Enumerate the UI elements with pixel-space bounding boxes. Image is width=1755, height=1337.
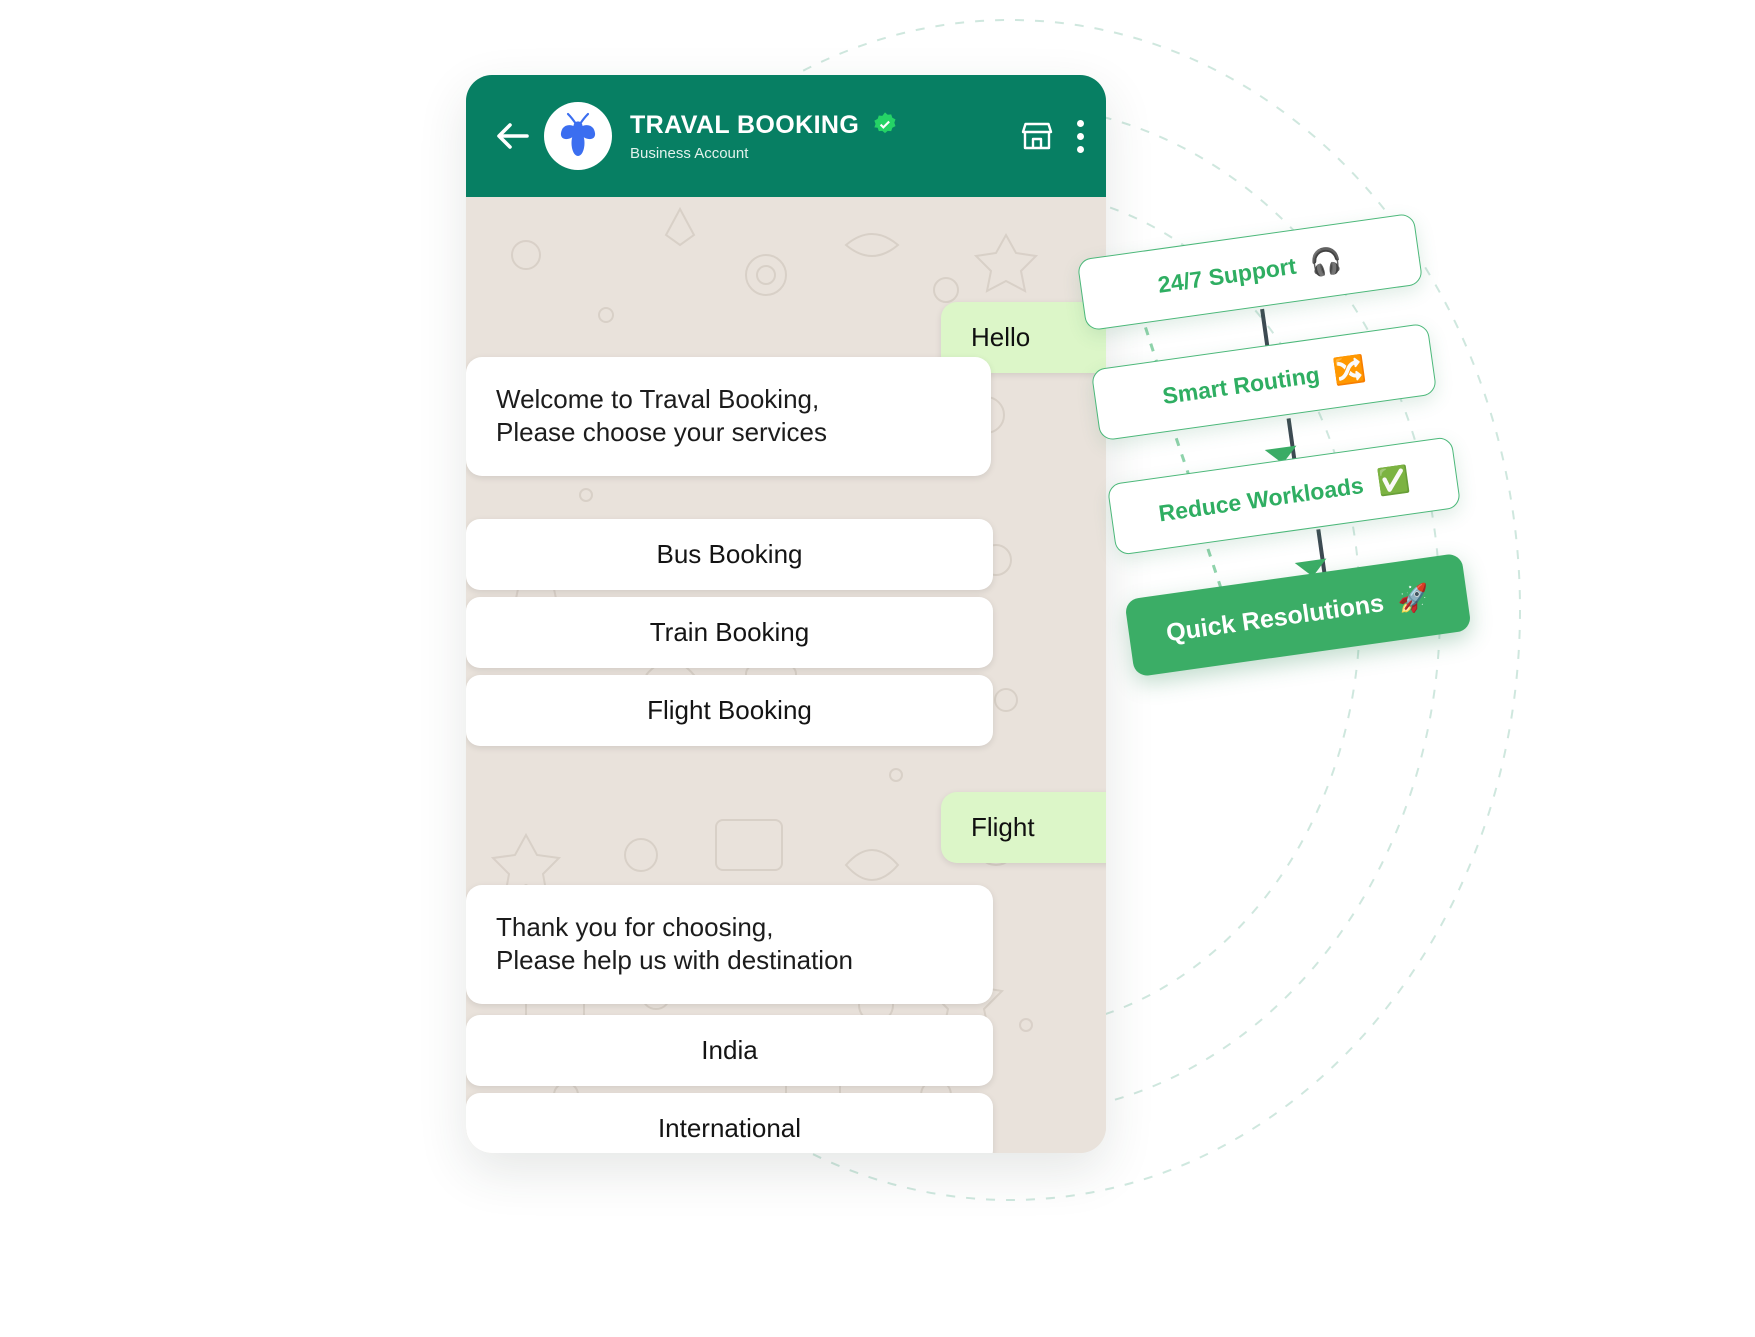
three-dots-menu-icon[interactable] <box>1076 119 1084 153</box>
mosquito-logo-icon <box>560 112 596 156</box>
headset-support-icon: 🎧 <box>1307 244 1345 279</box>
flow-card-label: Reduce Workloads <box>1156 471 1366 526</box>
business-account-label: Business Account <box>630 144 749 162</box>
flow-card-support[interactable]: 24/7 Support 🎧 <box>1076 212 1424 332</box>
message-list: Hello Welcome to Traval Booking, Please … <box>466 197 1106 1153</box>
flow-card-routing[interactable]: Smart Routing 🔀 <box>1090 322 1438 442</box>
option-label: Flight Booking <box>647 695 812 725</box>
page-root: TRAVAL BOOKING Business Account Hello We… <box>0 0 1755 1337</box>
flow-card-label: Smart Routing <box>1160 360 1322 409</box>
feature-flow-panel: 24/7 Support 🎧 Smart Routing 🔀 Reduce Wo… <box>1044 212 1500 714</box>
flow-card-workload[interactable]: Reduce Workloads ✅ <box>1106 436 1462 556</box>
message-text: Hello <box>971 322 1031 352</box>
message-bubble-incoming-thanks: Thank you for choosing, Please help us w… <box>466 885 993 1004</box>
flow-card-label: 24/7 Support <box>1156 252 1298 298</box>
flow-card-quick-resolutions[interactable]: Quick Resolutions 🚀 <box>1124 552 1472 678</box>
thanks-line-2: Please help us with destination <box>496 945 854 976</box>
header-action-icons <box>1020 119 1084 153</box>
flow-card-label: Quick Resolutions <box>1164 588 1386 647</box>
message-bubble-incoming-welcome: Welcome to Traval Booking, Please choose… <box>466 357 991 476</box>
rocket-icon: 🚀 <box>1395 581 1432 616</box>
page-title: TRAVAL BOOKING <box>630 110 860 139</box>
chat-header: TRAVAL BOOKING Business Account <box>466 75 1106 197</box>
option-label: India <box>701 1035 758 1065</box>
option-label: Bus Booking <box>656 539 803 569</box>
check-circle-icon: ✅ <box>1375 463 1412 498</box>
option-label: International <box>657 1113 802 1143</box>
shuffle-routing-icon: 🔀 <box>1331 352 1368 388</box>
option-train-booking[interactable]: Train Booking <box>466 597 993 668</box>
verified-badge-icon <box>874 112 896 134</box>
storefront-icon[interactable] <box>1020 121 1054 151</box>
option-international[interactable]: International <box>466 1093 993 1153</box>
option-bus-booking[interactable]: Bus Booking <box>466 519 993 590</box>
message-text: Flight <box>971 812 1035 842</box>
message-bubble-outgoing-flight: Flight <box>941 792 1106 863</box>
option-india[interactable]: India <box>466 1015 993 1086</box>
option-flight-booking[interactable]: Flight Booking <box>466 675 993 746</box>
option-label: Train Booking <box>649 617 810 647</box>
avatar[interactable] <box>544 102 612 170</box>
welcome-line-2: Please choose your services <box>496 417 827 448</box>
header-text-block: TRAVAL BOOKING Business Account <box>630 111 1020 162</box>
welcome-line-1: Welcome to Traval Booking, <box>496 384 820 414</box>
thanks-line-1: Thank you for choosing, <box>496 912 774 942</box>
whatsapp-phone-mockup: TRAVAL BOOKING Business Account Hello We… <box>466 75 1106 1153</box>
back-arrow-icon[interactable] <box>492 115 534 157</box>
